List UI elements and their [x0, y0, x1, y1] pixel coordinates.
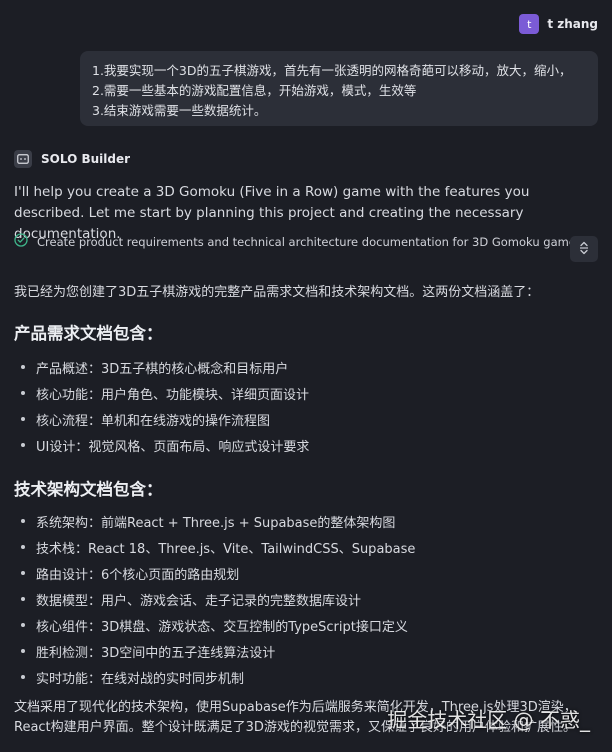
terminal-icon	[14, 150, 32, 168]
watermark: 掘金技术社区 @ 不惑_	[387, 708, 590, 732]
list-item: 路由设计：6个核心页面的路由规划	[14, 560, 415, 586]
list-item: 核心组件：3D棋盘、游戏状态、交互控制的TypeScript接口定义	[14, 612, 415, 638]
list-item: 实时功能：在线对战的实时同步机制	[14, 664, 415, 690]
bullet-icon	[21, 649, 25, 653]
avatar[interactable]: t	[519, 14, 540, 34]
list-item: 胜利检测：3D空间中的五子连线算法设计	[14, 638, 415, 664]
list-item: 技术栈：React 18、Three.js、Vite、TailwindCSS、S…	[14, 534, 415, 560]
agent-name: SOLO Builder	[41, 152, 131, 166]
bullet-icon	[21, 365, 25, 369]
bullet-icon	[21, 519, 25, 523]
tech-list: 系统架构：前端React + Three.js + Supabase的整体架构图…	[14, 508, 415, 690]
list-item: UI设计：视觉风格、页面布局、响应式设计要求	[14, 432, 309, 458]
list-item: 数据模型：用户、游戏会话、走子记录的完整数据库设计	[14, 586, 415, 612]
expand-vertical-icon	[578, 240, 590, 259]
task-item[interactable]: Create product requirements and technica…	[14, 233, 592, 250]
bullet-icon	[21, 675, 25, 679]
prd-section-title: 产品需求文档包含：	[14, 324, 163, 343]
bullet-icon	[21, 597, 25, 601]
user-message-line: 1.我要实现一个3D的五子棋游戏，首先有一张透明的网格奇葩可以移动，放大，缩小，	[92, 63, 572, 78]
bullet-icon	[21, 443, 25, 447]
task-label: Create product requirements and technica…	[37, 234, 576, 249]
bullet-icon	[21, 417, 25, 421]
user-header: t t zhang	[519, 14, 598, 34]
check-circle-icon	[14, 233, 28, 250]
bullet-icon	[21, 391, 25, 395]
list-item: 核心流程：单机和在线游戏的操作流程图	[14, 406, 309, 432]
list-item: 核心功能：用户角色、功能模块、详细页面设计	[14, 380, 309, 406]
bullet-icon	[21, 571, 25, 575]
bullet-icon	[21, 623, 25, 627]
summary-text: 我已经为您创建了3D五子棋游戏的完整产品需求文档和技术架构文档。这两份文档涵盖了…	[14, 285, 540, 300]
user-name: t zhang	[547, 17, 598, 31]
user-message-line: 3.结束游戏需要一些数据统计。	[92, 103, 267, 118]
bullet-icon	[21, 545, 25, 549]
tech-section-title: 技术架构文档包含：	[14, 480, 163, 499]
expand-collapse-button[interactable]	[570, 236, 598, 262]
list-item: 产品概述：3D五子棋的核心概念和目标用户	[14, 354, 309, 380]
user-message-bubble: 1.我要实现一个3D的五子棋游戏，首先有一张透明的网格奇葩可以移动，放大，缩小，…	[80, 51, 598, 126]
agent-header: SOLO Builder	[14, 150, 130, 168]
user-message-line: 2.需要一些基本的游戏配置信息，开始游戏，模式，生效等	[92, 83, 417, 98]
prd-list: 产品概述：3D五子棋的核心概念和目标用户 核心功能：用户角色、功能模块、详细页面…	[14, 354, 309, 458]
list-item: 系统架构：前端React + Three.js + Supabase的整体架构图	[14, 508, 415, 534]
